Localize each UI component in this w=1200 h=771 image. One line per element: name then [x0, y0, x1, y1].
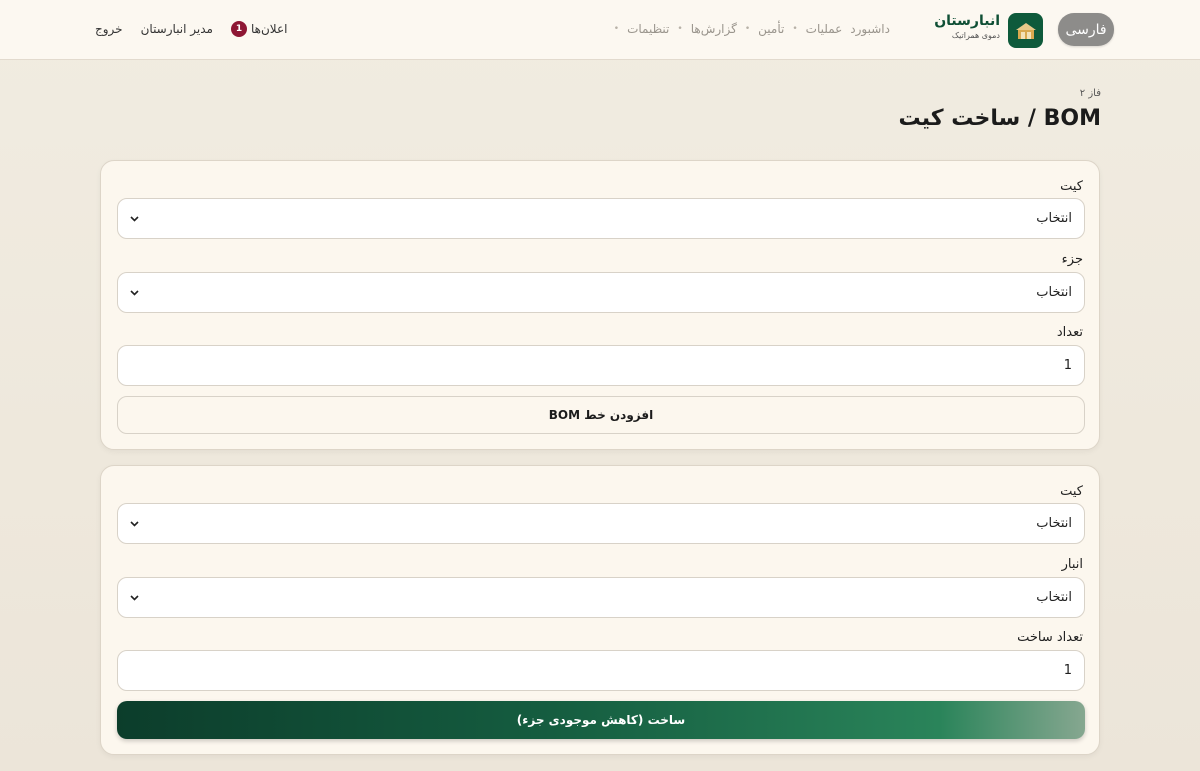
chevron-down-icon [130, 289, 139, 296]
chevron-down-icon [130, 215, 139, 222]
add-bom-line-label: افزودن خط BOM [548, 408, 654, 422]
nav-label: تنظیمات [627, 22, 670, 36]
nav-item-reports[interactable]: گزارش‌ها • [677, 22, 736, 36]
page-title: BOM / ساخت کیت [898, 106, 1102, 131]
quantity-label: تعداد [1056, 325, 1083, 340]
build-kit-select[interactable]: انتخاب [117, 503, 1085, 544]
build-kit-select-value: انتخاب [1036, 516, 1072, 531]
chevron-down-icon [130, 520, 139, 527]
warehouse-select-value: انتخاب [1036, 590, 1072, 605]
brand[interactable]: انبارستان دموی همراتیک [934, 13, 1000, 41]
part-select[interactable]: انتخاب [117, 272, 1085, 313]
part-label: جزء [1061, 252, 1083, 267]
nav-item-procurement[interactable]: تأمین • [745, 22, 785, 36]
nav-item-operations[interactable]: عملیات • [792, 22, 842, 36]
dropdown-dot-icon: • [744, 24, 751, 34]
language-label: فارسی [1065, 21, 1107, 38]
kit-select[interactable]: انتخاب [117, 198, 1085, 239]
add-bom-line-button[interactable]: افزودن خط BOM [117, 396, 1085, 434]
nav-label: عملیات [805, 22, 843, 36]
nav-item-dashboard[interactable]: داشبورد [850, 22, 890, 36]
quantity-input[interactable]: 1 [117, 345, 1085, 386]
nav-label: داشبورد [850, 22, 890, 36]
user-area: خروج مدیر انبارستان 1 اعلان‌ها [95, 20, 287, 38]
quantity-input-value: 1 [1063, 358, 1072, 373]
build-kit-label: کیت [1060, 484, 1083, 499]
dropdown-dot-icon: • [792, 24, 798, 34]
dropdown-dot-icon: • [613, 24, 620, 34]
brand-subtitle: دموی همراتیک [951, 31, 1000, 40]
main-nav: داشبورد عملیات • تأمین • گزارش‌ها • تنظی… [614, 21, 890, 37]
chevron-down-icon [130, 594, 139, 601]
kit-label: کیت [1060, 179, 1083, 194]
language-switch-button[interactable]: فارسی [1058, 13, 1114, 46]
dropdown-dot-icon: • [677, 24, 683, 34]
kit-select-value: انتخاب [1036, 211, 1072, 226]
nav-item-settings[interactable]: تنظیمات • [614, 22, 670, 36]
bom-line-card: کیت انتخاب جزء انتخاب تعداد 1 افزودن خط … [100, 160, 1100, 450]
notifications-link[interactable]: اعلان‌ها [251, 22, 287, 36]
nav-label: تأمین [758, 22, 785, 36]
build-quantity-input-value: 1 [1063, 663, 1072, 678]
logout-link[interactable]: خروج [95, 22, 123, 36]
build-kit-card: کیت انتخاب انبار انتخاب تعداد ساخت 1 ساخ… [100, 465, 1100, 755]
top-navbar: فارسی انبارستان دموی همراتیک داشبورد عمل… [0, 0, 1200, 60]
warehouse-select[interactable]: انتخاب [117, 577, 1085, 618]
nav-label: گزارش‌ها [690, 22, 737, 36]
warehouse-logo-icon[interactable] [1008, 13, 1043, 48]
user-name[interactable]: مدیر انبارستان [141, 22, 213, 36]
warehouse-label: انبار [1061, 557, 1083, 572]
build-kit-button[interactable]: ساخت (کاهش موجودی جزء) [117, 701, 1085, 739]
build-kit-button-label: ساخت (کاهش موجودی جزء) [516, 713, 686, 727]
build-quantity-input[interactable]: 1 [117, 650, 1085, 691]
brand-title: انبارستان [934, 13, 1000, 29]
part-select-value: انتخاب [1036, 285, 1072, 300]
build-quantity-label: تعداد ساخت [1017, 630, 1083, 645]
notifications-count-badge: 1 [231, 21, 247, 37]
phase-label: فاز ۲ [1079, 88, 1101, 99]
